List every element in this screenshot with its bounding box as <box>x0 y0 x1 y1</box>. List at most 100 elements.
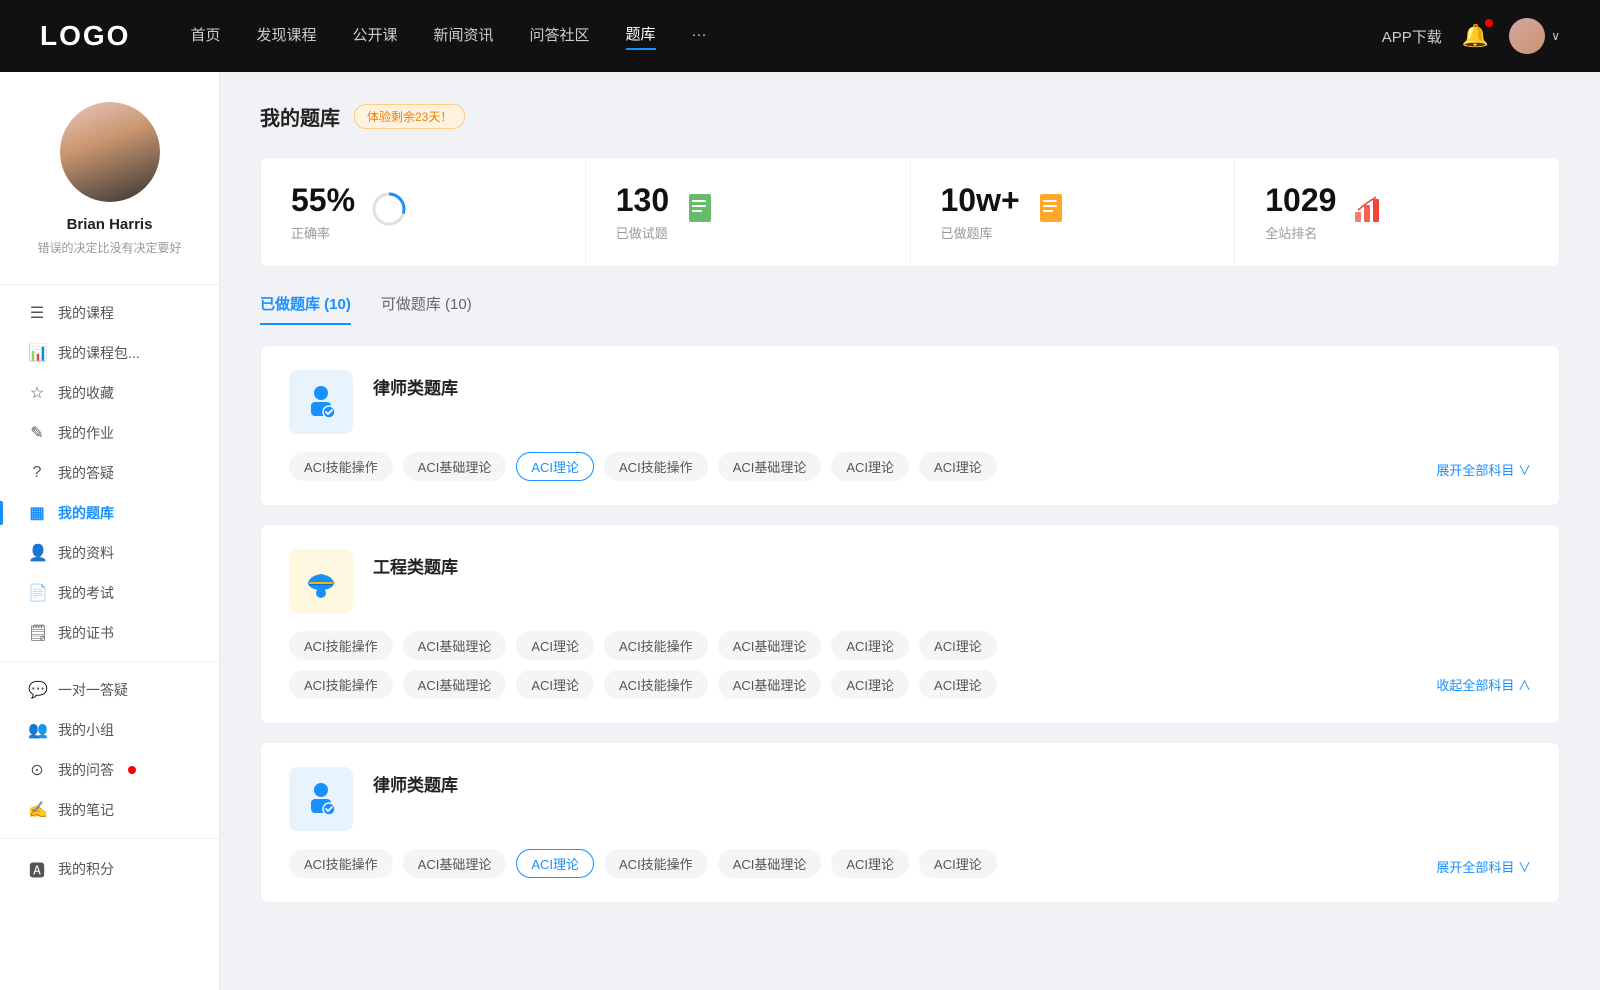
sidebar-item-my-bank[interactable]: ▦ 我的题库 <box>0 493 219 533</box>
bank-tag[interactable]: ACI技能操作 <box>604 452 708 481</box>
answers-dot-badge <box>128 766 136 774</box>
accuracy-pie-svg <box>371 191 407 227</box>
stat-done-q-text: 130 已做试题 <box>616 182 669 242</box>
avatar-image <box>60 102 160 202</box>
bank-tag[interactable]: ACI理论 <box>516 670 594 699</box>
bank-tag[interactable]: ACI理论 <box>919 670 997 699</box>
bank-tag[interactable]: ACI基础理论 <box>403 670 507 699</box>
stat-accuracy-label: 正确率 <box>291 223 355 242</box>
bank-tag-selected[interactable]: ACI理论 <box>516 849 594 878</box>
stat-accuracy-text: 55% 正确率 <box>291 182 355 242</box>
bank-tag[interactable]: ACI技能操作 <box>289 670 393 699</box>
bank-tag[interactable]: ACI技能操作 <box>289 631 393 660</box>
sidebar-item-my-packages[interactable]: 📊 我的课程包... <box>0 333 219 373</box>
bank-tag[interactable]: ACI基础理论 <box>718 670 822 699</box>
tab-available-banks[interactable]: 可做题库 (10) <box>381 293 472 324</box>
pie-chart-icon <box>371 191 407 234</box>
certs-icon: 🗒 <box>28 623 46 643</box>
bank-eng-tags-2: ACI技能操作 ACI基础理论 ACI理论 ACI技能操作 ACI基础理论 AC… <box>289 670 1531 699</box>
bank-tag[interactable]: ACI理论 <box>919 849 997 878</box>
answers-icon: ⊙ <box>28 760 46 780</box>
sheet-orange-icon <box>1036 192 1070 233</box>
stat-done-b-text: 10w+ 已做题库 <box>941 182 1020 242</box>
bank-tag[interactable]: ACI技能操作 <box>289 452 393 481</box>
profile-icon: 👤 <box>28 543 46 563</box>
nav-discover[interactable]: 发现课程 <box>256 24 316 49</box>
sidebar-item-my-certs[interactable]: 🗒 我的证书 <box>0 613 219 653</box>
bank-lawyer-title: 律师类题库 <box>373 370 1531 399</box>
bank-tag[interactable]: ACI基础理论 <box>718 849 822 878</box>
bank-tag[interactable]: ACI技能操作 <box>289 849 393 878</box>
bank-tag[interactable]: ACI理论 <box>516 631 594 660</box>
nav-bank[interactable]: 题库 <box>626 23 656 50</box>
collapse-eng-link[interactable]: 收起全部科目 ∧ <box>1436 675 1531 694</box>
nav-right: APP下载 🔔 ∨ <box>1382 18 1560 54</box>
sidebar-item-my-profile[interactable]: 👤 我的资料 <box>0 533 219 573</box>
trial-badge: 体验剩余23天！ <box>354 104 465 129</box>
sidebar-label-my-answers: 我的问答 <box>58 760 114 780</box>
bank-lawyer2-info: 律师类题库 <box>373 767 1531 796</box>
sidebar-label-my-questions: 我的答疑 <box>58 463 114 483</box>
sidebar-item-my-notes[interactable]: ✍ 我的笔记 <box>0 790 219 830</box>
chart-red-svg <box>1352 192 1386 226</box>
sidebar-label-one-on-one: 一对一答疑 <box>58 680 128 700</box>
sidebar-item-my-answers[interactable]: ⊙ 我的问答 <box>0 750 219 790</box>
sidebar-item-my-homework[interactable]: ✎ 我的作业 <box>0 413 219 453</box>
expand-lawyer-link[interactable]: 展开全部科目 ∨ <box>1436 454 1531 479</box>
sidebar-avatar <box>60 102 160 202</box>
bank-lawyer-info: 律师类题库 <box>373 370 1531 399</box>
app-download-link[interactable]: APP下载 <box>1382 26 1442 47</box>
sidebar-item-my-points[interactable]: 🅰 我的积分 <box>0 847 219 891</box>
sidebar-item-my-courses[interactable]: ☰ 我的课程 <box>0 293 219 333</box>
bank-tag[interactable]: ACI理论 <box>831 631 909 660</box>
bank-tag[interactable]: ACI理论 <box>831 849 909 878</box>
lawyer-icon <box>289 370 353 434</box>
nav-qa[interactable]: 问答社区 <box>530 24 590 49</box>
nav-home[interactable]: 首页 <box>190 24 220 49</box>
nav-opencourse[interactable]: 公开课 <box>352 24 397 49</box>
notification-bell[interactable]: 🔔 <box>1462 23 1489 49</box>
bank-icon: ▦ <box>28 503 46 523</box>
sidebar-item-my-exams[interactable]: 📄 我的考试 <box>0 573 219 613</box>
bank-card-lawyer-header: 律师类题库 <box>289 370 1531 434</box>
bank-tag[interactable]: ACI技能操作 <box>604 631 708 660</box>
bank-lawyer-tags: ACI技能操作 ACI基础理论 ACI理论 ACI技能操作 ACI基础理论 AC… <box>289 452 1531 481</box>
sidebar-item-one-on-one[interactable]: 💬 一对一答疑 <box>0 670 219 710</box>
sidebar-divider-2 <box>0 661 219 662</box>
expand-lawyer2-link[interactable]: 展开全部科目 ∨ <box>1436 851 1531 876</box>
bank-tag[interactable]: ACI理论 <box>831 670 909 699</box>
user-avatar-nav[interactable]: ∨ <box>1509 18 1560 54</box>
nav-more[interactable]: ··· <box>692 26 707 47</box>
bank-tag-selected[interactable]: ACI理论 <box>516 452 594 481</box>
homework-icon: ✎ <box>28 423 46 443</box>
sidebar-item-my-favorites[interactable]: ☆ 我的收藏 <box>0 373 219 413</box>
bank-tag[interactable]: ACI基础理论 <box>718 452 822 481</box>
exams-icon: 📄 <box>28 583 46 603</box>
bank-tag[interactable]: ACI技能操作 <box>604 849 708 878</box>
stat-rank-label: 全站排名 <box>1265 223 1336 242</box>
tab-done-banks[interactable]: 已做题库 (10) <box>260 293 351 324</box>
sidebar-label-my-groups: 我的小组 <box>58 720 114 740</box>
bank-tag[interactable]: ACI基础理论 <box>403 849 507 878</box>
stat-site-rank: 1029 全站排名 <box>1235 158 1559 266</box>
sidebar: Brian Harris 错误的决定比没有决定要好 ☰ 我的课程 📊 我的课程包… <box>0 72 220 990</box>
chevron-down-icon: ∨ <box>1551 29 1560 43</box>
sidebar-label-my-exams: 我的考试 <box>58 583 114 603</box>
bank-tag[interactable]: ACI理论 <box>919 452 997 481</box>
sidebar-item-my-questions[interactable]: ? 我的答疑 <box>0 453 219 493</box>
bank-tag[interactable]: ACI基础理论 <box>403 631 507 660</box>
bank-eng-title: 工程类题库 <box>373 549 1531 578</box>
engineer-svg <box>299 559 343 603</box>
nav-news[interactable]: 新闻资讯 <box>434 24 494 49</box>
bank-tag[interactable]: ACI基础理论 <box>403 452 507 481</box>
bank-tag[interactable]: ACI基础理论 <box>718 631 822 660</box>
bank-tag[interactable]: ACI理论 <box>831 452 909 481</box>
bank-tag[interactable]: ACI技能操作 <box>604 670 708 699</box>
chart-red-icon <box>1352 192 1386 233</box>
bank-eng-info: 工程类题库 <box>373 549 1531 578</box>
sheet-orange-svg <box>1036 192 1070 226</box>
sidebar-item-my-groups[interactable]: 👥 我的小组 <box>0 710 219 750</box>
sidebar-label-my-favorites: 我的收藏 <box>58 383 114 403</box>
bank-tag[interactable]: ACI理论 <box>919 631 997 660</box>
stat-accuracy: 55% 正确率 <box>261 158 586 266</box>
